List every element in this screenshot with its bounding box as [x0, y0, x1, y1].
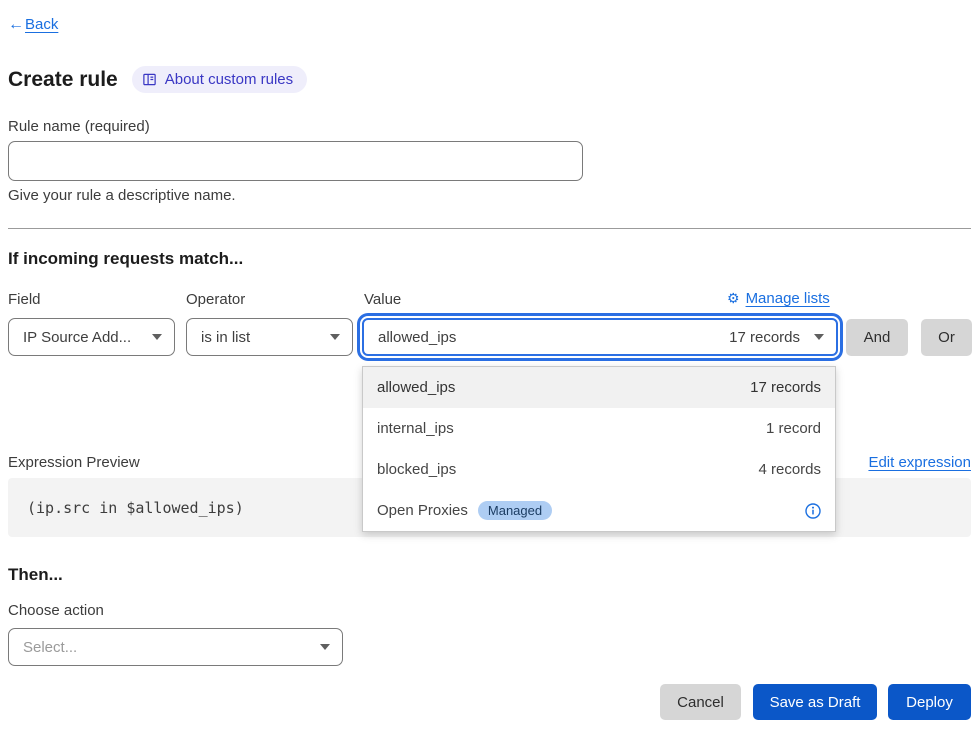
field-select-value: IP Source Add... [23, 329, 131, 346]
rule-name-input[interactable] [8, 141, 583, 181]
cancel-button[interactable]: Cancel [660, 684, 741, 720]
managed-badge: Managed [478, 501, 552, 520]
dropdown-option-internal-ips[interactable]: internal_ips 1 record [363, 408, 835, 449]
about-custom-rules-link[interactable]: About custom rules [132, 66, 307, 93]
option-detail: 1 record [766, 420, 821, 437]
value-select[interactable]: allowed_ips 17 records [362, 318, 838, 356]
back-link-label: Back [25, 16, 58, 33]
value-select-records: 17 records [729, 329, 800, 346]
title-row: Create rule About custom rules [8, 66, 307, 93]
action-select-placeholder: Select... [23, 639, 77, 656]
back-link[interactable]: ←Back [8, 16, 58, 34]
edit-expression-link[interactable]: Edit expression [868, 454, 971, 472]
operator-label: Operator [186, 291, 245, 308]
info-icon[interactable] [805, 503, 821, 519]
option-name: internal_ips [377, 420, 454, 437]
rule-name-helper-text: Give your rule a descriptive name. [8, 187, 236, 204]
manage-lists-link[interactable]: ⚙ Manage lists [727, 290, 830, 307]
expression-preview-label: Expression Preview [8, 454, 140, 471]
value-label: Value [364, 291, 401, 308]
rule-name-label: Rule name (required) [8, 118, 150, 135]
dropdown-option-open-proxies[interactable]: Open Proxies Managed [363, 490, 835, 531]
chevron-down-icon [320, 644, 330, 650]
back-arrow-icon: ← [8, 16, 24, 34]
page-title: Create rule [8, 68, 118, 92]
operator-select[interactable]: is in list [186, 318, 353, 356]
chevron-down-icon [814, 334, 824, 340]
then-section-heading: Then... [8, 565, 63, 585]
book-icon [142, 72, 157, 87]
dropdown-option-allowed-ips[interactable]: allowed_ips 17 records [363, 367, 835, 408]
option-name: allowed_ips [377, 379, 455, 396]
create-rule-page: ←Back Create rule About custom rules Rul… [0, 0, 979, 739]
match-section-heading: If incoming requests match... [8, 249, 243, 269]
option-name: Open Proxies [377, 502, 468, 519]
and-button[interactable]: And [846, 319, 908, 356]
edit-expression-label: Edit expression [868, 454, 971, 471]
expression-code: (ip.src in $allowed_ips) [27, 499, 244, 517]
field-label: Field [8, 291, 41, 308]
option-detail: 17 records [750, 379, 821, 396]
or-button[interactable]: Or [921, 319, 972, 356]
about-custom-rules-label: About custom rules [165, 71, 293, 88]
option-name: blocked_ips [377, 461, 456, 478]
gear-icon: ⚙ [727, 290, 740, 307]
option-detail: 4 records [758, 461, 821, 478]
manage-lists-label: Manage lists [746, 290, 830, 307]
value-select-value: allowed_ips [378, 329, 456, 346]
field-select[interactable]: IP Source Add... [8, 318, 175, 356]
action-select[interactable]: Select... [8, 628, 343, 666]
deploy-button[interactable]: Deploy [888, 684, 971, 720]
choose-action-label: Choose action [8, 602, 104, 619]
chevron-down-icon [152, 334, 162, 340]
value-dropdown-panel: allowed_ips 17 records internal_ips 1 re… [362, 366, 836, 532]
dropdown-option-blocked-ips[interactable]: blocked_ips 4 records [363, 449, 835, 490]
operator-select-value: is in list [201, 329, 250, 346]
chevron-down-icon [330, 334, 340, 340]
section-divider [8, 228, 971, 229]
save-as-draft-button[interactable]: Save as Draft [753, 684, 877, 720]
